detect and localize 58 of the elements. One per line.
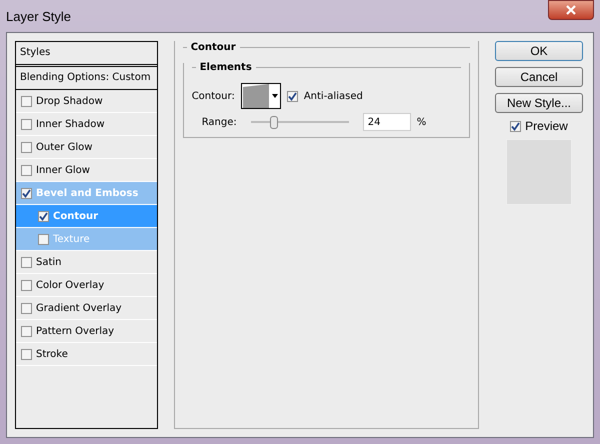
checkbox[interactable] <box>21 302 32 314</box>
style-label: Pattern Overlay <box>36 326 114 336</box>
style-label: Texture <box>53 234 90 244</box>
style-label: Color Overlay <box>36 280 104 290</box>
style-label: Contour <box>53 210 98 222</box>
style-item[interactable]: Outer Glow <box>16 136 157 159</box>
group-title: Elements <box>196 62 256 73</box>
preview-label: Preview <box>525 119 568 133</box>
check-icon <box>39 212 48 220</box>
check-icon <box>288 92 297 100</box>
style-label: Gradient Overlay <box>36 302 122 314</box>
checkbox[interactable] <box>21 348 32 360</box>
range-field[interactable]: 24 <box>362 113 411 131</box>
checkbox[interactable] <box>21 164 32 176</box>
blending-options-item[interactable]: Blending Options: Custom <box>16 67 157 90</box>
style-item[interactable]: Color Overlay <box>16 274 157 297</box>
checkbox[interactable] <box>21 142 32 152</box>
style-item[interactable]: Stroke <box>16 343 157 366</box>
style-label: Inner Shadow <box>36 118 105 130</box>
style-item[interactable]: Inner Shadow <box>16 113 157 136</box>
contour-curve-icon <box>242 84 270 108</box>
checkbox[interactable] <box>38 234 49 244</box>
checkbox[interactable] <box>21 280 32 290</box>
dialog-button[interactable]: Cancel <box>495 67 583 87</box>
range-label: Range: <box>202 116 237 128</box>
anti-aliased-label: Anti-aliased <box>304 90 363 102</box>
style-label: Stroke <box>36 348 68 360</box>
style-label: Bevel and Emboss <box>36 188 138 198</box>
check-icon <box>511 122 520 130</box>
checkbox[interactable] <box>38 210 49 222</box>
caret-icon <box>272 94 278 98</box>
contour-picker[interactable] <box>240 83 281 109</box>
style-item[interactable]: Pattern Overlay <box>16 320 157 343</box>
close-icon <box>566 5 576 15</box>
checkbox[interactable] <box>286 90 298 102</box>
checkbox[interactable] <box>21 96 32 106</box>
style-label: Outer Glow <box>36 142 92 152</box>
style-label: Satin <box>36 256 62 268</box>
unit-label: % <box>416 116 426 128</box>
close-button[interactable] <box>548 0 594 20</box>
section-title: Contour <box>186 42 240 53</box>
list-header: Styles <box>16 42 157 67</box>
contour-label: Contour: <box>192 90 235 102</box>
window-title: Layer Style <box>6 8 72 24</box>
style-item[interactable]: Drop Shadow <box>16 90 157 113</box>
dialog-button[interactable]: New Style... <box>495 93 583 113</box>
check-icon <box>22 188 31 198</box>
dialog-button[interactable]: OK <box>495 41 583 61</box>
checkbox[interactable] <box>510 120 522 132</box>
checkbox[interactable] <box>21 256 32 268</box>
checkbox[interactable] <box>21 326 32 336</box>
checkbox[interactable] <box>21 188 32 198</box>
checkbox[interactable] <box>21 118 32 130</box>
slider-thumb[interactable] <box>270 116 278 128</box>
style-label: Drop Shadow <box>36 96 103 106</box>
style-label: Inner Glow <box>36 164 90 176</box>
style-item[interactable]: Gradient Overlay <box>16 297 157 320</box>
style-item[interactable]: Satin <box>16 251 157 274</box>
